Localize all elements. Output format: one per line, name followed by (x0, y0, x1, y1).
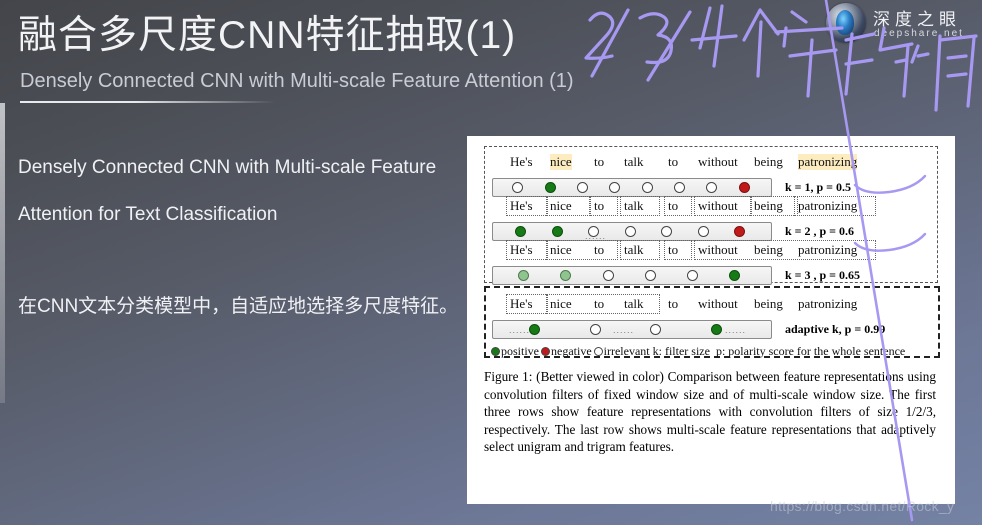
body-line-1: Densely Connected CNN with Multi-scale F… (18, 157, 437, 178)
feature-dot-white (686, 269, 698, 281)
ngram-group-box (664, 240, 692, 260)
legend-negative-icon (541, 347, 550, 356)
sentence-words: He's nice to talk to without being patronizing (492, 154, 858, 171)
ngram-group-box (546, 294, 660, 314)
ngram-group-box (694, 196, 752, 216)
body-line-2: Attention for Text Classification (18, 204, 278, 225)
slide-root: 融合多尺度CNN特征抽取(1) Densely Connected CNN wi… (0, 0, 982, 525)
ngram-group-box (546, 196, 590, 216)
ngram-group-box (694, 240, 876, 260)
word-token: without (698, 154, 738, 169)
feature-dot-white (650, 323, 662, 335)
feature-map-bar: .................. (492, 320, 772, 339)
word-token: without (698, 296, 738, 311)
eye-logo-icon (826, 3, 866, 43)
feature-dot-white (609, 181, 621, 193)
feature-map-bar (492, 266, 772, 285)
word-token: being (754, 154, 783, 169)
body-line-3: 在CNN文本分类模型中，自适应地选择多尺度特征。 (18, 296, 459, 317)
word-token: to (668, 154, 679, 169)
word-token: nice (550, 154, 572, 170)
feature-dot-white (644, 269, 656, 281)
word-token: to (594, 154, 605, 169)
ngram-group-box (750, 196, 798, 216)
feature-dot-green (529, 323, 541, 335)
ellipsis-marker: ...... (509, 325, 531, 335)
ngram-group-box (620, 240, 660, 260)
feature-dot-white (674, 181, 686, 193)
ngram-group-box (794, 196, 876, 216)
page-subtitle: Densely Connected CNN with Multi-scale F… (20, 70, 574, 92)
feature-dot-white (624, 225, 636, 237)
feature-dot-green (544, 181, 556, 193)
ngram-group-box (620, 196, 660, 216)
feature-dot-lgreen (518, 269, 530, 281)
filter-size-label: k = 2 , p = 0.6 (785, 224, 855, 238)
word-token: patronizing (798, 154, 858, 170)
feature-map-bar (492, 178, 772, 197)
feature-dot-green (728, 269, 740, 281)
feature-dot-white (577, 181, 589, 193)
feature-dot-white (697, 225, 709, 237)
feature-dot-white (641, 181, 653, 193)
page-title: 融合多尺度CNN特征抽取(1) (18, 14, 517, 57)
brand-block: 深度之眼 deepshare.net (826, 2, 976, 50)
ngram-group-box (506, 240, 548, 260)
feature-dot-white (589, 323, 601, 335)
figure-caption: Figure 1: (Better viewed in color) Compa… (484, 369, 936, 455)
feature-dot-red (738, 181, 750, 193)
word-token: patronizing (798, 296, 858, 311)
word-token: to (668, 296, 679, 311)
feature-dot-white (512, 181, 524, 193)
left-accent-bar (0, 103, 5, 403)
feature-map-bar (492, 222, 772, 241)
ngram-group-box (506, 196, 548, 216)
figure-card: He's nice to talk to without being patronizing k… (467, 136, 955, 504)
feature-dot-white (706, 181, 718, 193)
word-token: being (754, 296, 783, 311)
legend-k-desc: k: filter size (652, 344, 710, 358)
legend-p-desc: p: polarity score for the whole sentence (715, 344, 906, 358)
brand-url: deepshare.net (874, 28, 964, 39)
ngram-group-box (590, 196, 618, 216)
legend-irrelevant-icon (593, 347, 603, 356)
ngram-group-box (506, 294, 548, 314)
feature-dot-red (734, 225, 746, 237)
filter-size-label: adaptive k, p = 0.99 (785, 322, 886, 336)
word-token: He's (510, 154, 533, 169)
legend-irrelevant-label: irrelevant (603, 344, 650, 358)
feature-dot-lgreen (560, 269, 572, 281)
watermark-url: https://blog.csdn.net/Rock_y (770, 498, 955, 514)
feature-dot-green (551, 225, 563, 237)
ellipsis-marker: ...... (585, 231, 607, 241)
legend-positive-label: positive (501, 344, 539, 358)
feature-dot-green (514, 225, 526, 237)
ngram-group-box (664, 196, 692, 216)
title-divider (20, 101, 275, 103)
word-token: talk (624, 154, 644, 169)
filter-size-label: k = 1, p = 0.5 (785, 180, 852, 194)
filter-size-label: k = 3 , p = 0.65 (785, 268, 861, 282)
legend-positive-icon (491, 347, 500, 356)
ellipsis-marker: ...... (613, 325, 635, 335)
feature-dot-green (710, 323, 722, 335)
ellipsis-marker: ...... (725, 325, 747, 335)
brand-name: 深度之眼 (873, 10, 961, 29)
figure-legend: positive negative irrelevant k: filter siz… (489, 344, 941, 360)
ngram-group-box (546, 240, 618, 260)
feature-dot-white (602, 269, 614, 281)
legend-negative-label: negative (551, 344, 592, 358)
feature-dot-white (661, 225, 673, 237)
